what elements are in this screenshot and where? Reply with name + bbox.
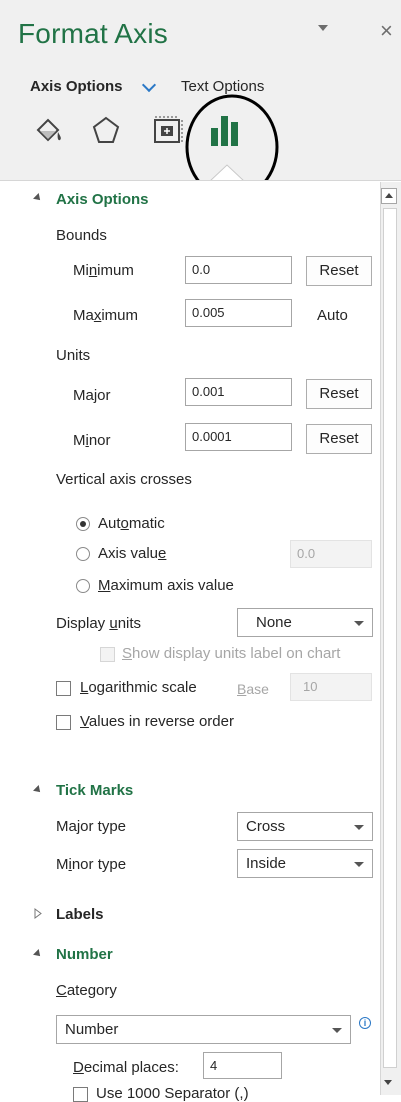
log-base-input[interactable]: 10 [290, 673, 372, 701]
values-reverse-label[interactable]: Values in reverse order [80, 713, 234, 730]
minor-label: Minor [73, 432, 111, 449]
chevron-down-icon [354, 862, 364, 867]
maximum-auto-button[interactable]: Auto [317, 307, 348, 324]
options-content: Axis Options Bounds Minimum 0.0 Reset Ma… [0, 180, 401, 1102]
section-tick-marks[interactable]: Tick Marks [56, 782, 133, 799]
info-icon[interactable]: i [359, 1017, 371, 1029]
minimum-reset-button[interactable]: Reset [306, 256, 372, 286]
values-reverse-checkbox[interactable] [56, 715, 71, 730]
chevron-down-icon [354, 825, 364, 830]
major-label: Major [73, 387, 111, 404]
collapse-icon[interactable] [33, 785, 43, 795]
crosses-axis-value-label[interactable]: Axis value [98, 545, 166, 562]
major-type-label: Major type [56, 818, 127, 835]
decimal-places-label: Decimal places: [73, 1059, 179, 1076]
major-type-value: Cross [246, 818, 286, 835]
minimum-label: Minimum [73, 262, 134, 279]
crosses-automatic-radio[interactable] [76, 517, 90, 531]
maximum-input[interactable]: 0.005 [185, 299, 292, 327]
display-units-label: Display units [56, 615, 142, 632]
minimum-input[interactable]: 0.0 [185, 256, 292, 284]
display-units-select[interactable]: None [237, 608, 373, 637]
maximum-label: Maximum [73, 307, 139, 324]
major-type-select[interactable]: Cross [237, 812, 373, 841]
category-value: Number [65, 1021, 119, 1038]
section-axis-options[interactable]: Axis Options [56, 191, 149, 208]
minor-reset-button[interactable]: Reset [306, 424, 372, 454]
effects-icon[interactable] [88, 112, 124, 148]
category-select[interactable]: Number [56, 1015, 351, 1044]
collapse-icon[interactable] [33, 193, 43, 203]
tab-axis-options[interactable]: Axis Options [30, 78, 123, 95]
size-properties-icon[interactable] [150, 112, 186, 148]
scroll-up-icon[interactable] [381, 188, 397, 204]
minor-type-label: Minor type [56, 856, 127, 873]
scroll-down-icon[interactable] [381, 1075, 397, 1091]
collapse-icon[interactable] [33, 949, 43, 959]
fill-line-icon[interactable] [30, 112, 66, 148]
section-number[interactable]: Number [56, 946, 113, 963]
minor-type-select[interactable]: Inside [237, 849, 373, 878]
chevron-down-icon [354, 621, 364, 626]
pane-options-dropdown-icon[interactable] [318, 25, 328, 31]
crosses-axis-value-input[interactable]: 0.0 [290, 540, 372, 568]
chevron-down-icon [332, 1028, 342, 1033]
crosses-maximum-label[interactable]: Maximum axis value [98, 577, 234, 594]
logarithmic-scale-checkbox[interactable] [56, 681, 71, 696]
minor-input[interactable]: 0.0001 [185, 423, 292, 451]
units-label: Units [56, 347, 91, 364]
logarithmic-scale-label[interactable]: Logarithmic scale [80, 679, 197, 696]
crosses-axis-value-radio[interactable] [76, 547, 90, 561]
vertical-scrollbar[interactable] [380, 182, 401, 1095]
bounds-label: Bounds [56, 227, 107, 244]
major-input[interactable]: 0.001 [185, 378, 292, 406]
minor-type-value: Inside [246, 855, 287, 872]
decimal-places-input[interactable]: 4 [203, 1052, 282, 1079]
show-units-label-checkbox[interactable] [100, 647, 115, 662]
major-reset-button[interactable]: Reset [306, 379, 372, 409]
use-1000-separator-label[interactable]: Use 1000 Separator (,) [96, 1085, 249, 1102]
vertical-axis-crosses-label: Vertical axis crosses [56, 471, 192, 488]
chevron-down-icon[interactable] [141, 77, 157, 93]
section-labels[interactable]: Labels [56, 906, 104, 923]
log-base-label: Base [237, 681, 269, 697]
close-icon[interactable]: × [380, 19, 393, 43]
format-axis-pane: Format Axis × Axis Options Text Options … [0, 0, 401, 1102]
display-units-value: None [256, 614, 292, 631]
scrollbar-thumb[interactable] [383, 208, 397, 1068]
show-units-label-text[interactable]: Show display units label on chart [122, 645, 340, 662]
crosses-maximum-radio[interactable] [76, 579, 90, 593]
category-label: Category [56, 982, 117, 999]
pane-title: Format Axis [18, 18, 169, 49]
crosses-automatic-label[interactable]: Automatic [98, 515, 165, 532]
expand-icon[interactable] [34, 908, 42, 919]
